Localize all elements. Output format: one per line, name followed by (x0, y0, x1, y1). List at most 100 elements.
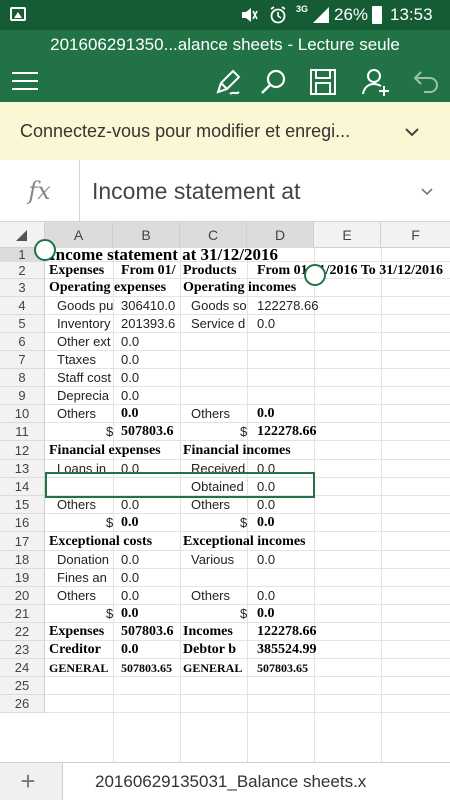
cell-a1[interactable]: Income statement at 31/12/2016 (49, 248, 314, 262)
cell-b7[interactable]: 0.0 (121, 351, 179, 369)
cell-a4[interactable]: Goods purchased (57, 297, 113, 315)
cell-d18[interactable]: 0.0 (257, 551, 447, 569)
cell-a23[interactable]: Creditor (49, 641, 113, 659)
cell-c15[interactable]: Others (191, 496, 247, 514)
row-header-24[interactable]: 24 (0, 659, 45, 677)
cell-b23[interactable]: 0.0 (121, 641, 179, 659)
cell-a9[interactable]: Deprecia (57, 387, 113, 405)
row-header-23[interactable]: 23 (0, 641, 45, 659)
row-header-26[interactable]: 26 (0, 695, 45, 713)
cell-c4[interactable]: Goods sold (191, 297, 247, 315)
row-header-15[interactable]: 15 (0, 496, 45, 514)
row-header-18[interactable]: 18 (0, 551, 45, 569)
chevron-down-icon[interactable] (404, 124, 420, 140)
row-header-3[interactable]: 3 (0, 279, 45, 297)
cell-d16[interactable]: 0.0 (257, 514, 447, 532)
cell-c5[interactable]: Service d (191, 315, 247, 333)
column-header-d[interactable]: D (247, 222, 314, 248)
cell-c2[interactable]: Products (183, 262, 247, 279)
column-header-c[interactable]: C (180, 222, 247, 248)
cell-b18[interactable]: 0.0 (121, 551, 179, 569)
row-header-21[interactable]: 21 (0, 605, 45, 623)
cell-b20[interactable]: 0.0 (121, 587, 179, 605)
cell-b8[interactable]: 0.0 (121, 369, 179, 387)
cell-b24[interactable]: 507803.65 (121, 659, 179, 677)
cell-b19[interactable]: 0.0 (121, 569, 179, 587)
cell-c11[interactable]: $ (240, 423, 248, 441)
row-header-19[interactable]: 19 (0, 569, 45, 587)
cell-b9[interactable]: 0.0 (121, 387, 179, 405)
cell-d2[interactable]: From 01/01/2016 To 31/12/2016 (257, 262, 450, 279)
row-header-11[interactable]: 11 (0, 423, 45, 441)
cell-d24[interactable]: 507803.65 (257, 659, 447, 677)
cell-d23[interactable]: 385524.99 (257, 641, 447, 659)
cell-c24[interactable]: GENERAL (183, 659, 247, 677)
cell-a5[interactable]: Inventory (57, 315, 113, 333)
column-header-b[interactable]: B (113, 222, 180, 248)
cell-d11[interactable]: 122278.66 (257, 423, 447, 441)
cell-d15[interactable]: 0.0 (257, 496, 447, 514)
cell-a16[interactable]: $ (106, 514, 114, 532)
cell-a21[interactable]: $ (106, 605, 114, 623)
cell-a6[interactable]: Other ext (57, 333, 113, 351)
fx-icon[interactable]: fx (0, 160, 80, 222)
column-header-a[interactable]: A (45, 222, 113, 248)
spreadsheet-grid[interactable]: A B C D E F 1 2 3 4 5 6 7 8 9 10 11 12 13 14 15 16 17 18 1… (0, 222, 450, 762)
cell-c10[interactable]: Others (191, 405, 247, 423)
cell-a17[interactable]: Exceptional costs (49, 532, 181, 551)
sheet-tab[interactable]: 20160629135031_Balance sheets.x (62, 763, 450, 800)
cell-d20[interactable]: 0.0 (257, 587, 447, 605)
cell-d5[interactable]: 0.0 (257, 315, 447, 333)
add-sheet-button[interactable]: + (8, 764, 48, 800)
sign-in-banner[interactable]: Connectez-vous pour modifier et enregi..… (0, 102, 450, 160)
row-header-10[interactable]: 10 (0, 405, 45, 423)
row-header-5[interactable]: 5 (0, 315, 45, 333)
cell-c20[interactable]: Others (191, 587, 247, 605)
row-header-20[interactable]: 20 (0, 587, 45, 605)
menu-icon[interactable] (10, 66, 42, 98)
cell-d4[interactable]: 122278.66 (257, 297, 447, 315)
cell-c23[interactable]: Debtor b (183, 641, 247, 659)
undo-icon[interactable] (410, 66, 442, 98)
row-header-7[interactable]: 7 (0, 351, 45, 369)
row-header-2[interactable]: 2 (0, 262, 45, 279)
cell-d22[interactable]: 122278.66 (257, 623, 447, 641)
cell-a22[interactable]: Expenses (49, 623, 113, 641)
row-header-16[interactable]: 16 (0, 514, 45, 532)
cell-b11[interactable]: 507803.6 (121, 423, 179, 441)
cell-b10[interactable]: 0.0 (121, 405, 179, 423)
column-header-f[interactable]: F (381, 222, 450, 248)
cell-b6[interactable]: 0.0 (121, 333, 179, 351)
selection-handle-start[interactable] (34, 239, 56, 261)
cell-a7[interactable]: Ttaxes (57, 351, 113, 369)
cell-a15[interactable]: Others (57, 496, 113, 514)
row-header-6[interactable]: 6 (0, 333, 45, 351)
cell-a19[interactable]: Fines an (57, 569, 113, 587)
cell-a12[interactable]: Financial expenses (49, 441, 181, 460)
cell-c16[interactable]: $ (240, 514, 248, 532)
row-header-14[interactable]: 14 (0, 478, 45, 496)
chevron-down-icon[interactable] (420, 184, 434, 198)
row-header-25[interactable]: 25 (0, 677, 45, 695)
selection-handle-end[interactable] (304, 264, 326, 286)
row-header-9[interactable]: 9 (0, 387, 45, 405)
cell-c18[interactable]: Various (191, 551, 247, 569)
cell-d21[interactable]: 0.0 (257, 605, 447, 623)
cell-b2[interactable]: From 01/ (121, 262, 179, 279)
search-icon[interactable] (258, 66, 290, 98)
cell-b16[interactable]: 0.0 (121, 514, 179, 532)
cell-a24[interactable]: GENERAL (49, 659, 113, 677)
cell-b22[interactable]: 507803.6 (121, 623, 179, 641)
row-header-13[interactable]: 13 (0, 460, 45, 478)
cell-a11[interactable]: $ (106, 423, 114, 441)
cell-b15[interactable]: 0.0 (121, 496, 179, 514)
cell-c17[interactable]: Exceptional incomes (183, 532, 333, 551)
edit-pen-icon[interactable] (212, 66, 244, 98)
cell-b21[interactable]: 0.0 (121, 605, 179, 623)
row-header-8[interactable]: 8 (0, 369, 45, 387)
add-user-icon[interactable] (360, 66, 392, 98)
row-header-4[interactable]: 4 (0, 297, 45, 315)
formula-input[interactable]: Income statement at (92, 177, 300, 205)
cell-d10[interactable]: 0.0 (257, 405, 447, 423)
cell-b5[interactable]: 201393.6 (121, 315, 179, 333)
